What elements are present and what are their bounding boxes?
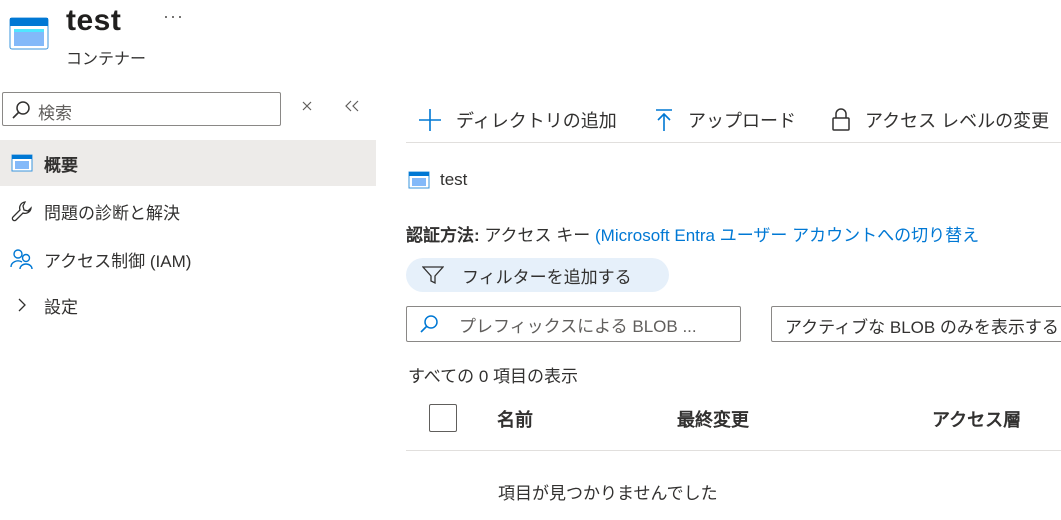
sidebar-item-diagnose[interactable]: 問題の診断と解決 xyxy=(0,188,376,234)
access-level-label: アクセス レベルの変更 xyxy=(865,111,1050,131)
plus-icon xyxy=(419,109,441,131)
search-icon xyxy=(420,315,438,333)
sidebar-item-iam[interactable]: アクセス制御 (IAM) xyxy=(0,236,376,282)
breadcrumb: test xyxy=(408,170,467,190)
switch-to-entra-link[interactable]: (Microsoft Entra ユーザー アカウントへの切り替え xyxy=(595,226,979,245)
chevron-right-icon xyxy=(0,297,44,313)
add-filter-label: フィルターを追加する xyxy=(462,267,632,287)
sidebar-search-placeholder: 検索 xyxy=(38,104,72,123)
sidebar-item-label: 概要 xyxy=(44,155,78,175)
more-options-button[interactable]: ··· xyxy=(163,6,184,27)
sidebar-item-label: 設定 xyxy=(44,297,78,317)
sidebar-item-label: 問題の診断と解決 xyxy=(44,203,180,223)
upload-label: アップロード xyxy=(688,111,796,131)
table-header-divider xyxy=(406,450,1061,451)
lock-icon xyxy=(832,108,850,131)
item-count: すべての 0 項目の表示 xyxy=(408,367,579,386)
column-header-access-tier[interactable]: アクセス層 xyxy=(932,406,1021,432)
toolbar-divider xyxy=(406,142,1061,143)
auth-method-value: アクセス キー xyxy=(484,226,591,245)
overview-icon xyxy=(0,154,44,172)
upload-icon xyxy=(656,109,672,131)
filter-icon xyxy=(422,266,444,285)
search-icon xyxy=(11,100,31,125)
page-title: test xyxy=(66,4,122,37)
sidebar-item-overview[interactable]: 概要 xyxy=(0,140,376,186)
sidebar-item-label: アクセス制御 (IAM) xyxy=(44,251,192,271)
collapse-sidebar-button[interactable] xyxy=(343,99,361,117)
upload-button[interactable]: アップロード xyxy=(654,106,796,134)
clear-search-button[interactable] xyxy=(300,99,314,117)
container-icon xyxy=(408,171,430,189)
sidebar-search-input[interactable]: 検索 xyxy=(2,92,281,126)
page-subtitle: コンテナー xyxy=(66,51,147,68)
container-icon xyxy=(9,16,49,55)
prefix-search-placeholder: プレフィックスによる BLOB ... xyxy=(459,316,697,336)
breadcrumb-label: test xyxy=(440,170,468,189)
column-header-last-modified[interactable]: 最終変更 xyxy=(677,406,749,432)
column-header-name[interactable]: 名前 xyxy=(497,406,533,432)
add-filter-button[interactable]: フィルターを追加する xyxy=(406,258,669,292)
sidebar-item-settings[interactable]: 設定 xyxy=(0,282,376,328)
select-all-checkbox[interactable] xyxy=(429,404,457,432)
wrench-icon xyxy=(0,200,44,222)
empty-state-message: 項目が見つかりませんでした xyxy=(498,484,718,503)
auth-method: 認証方法: アクセス キー (Microsoft Entra ユーザー アカウン… xyxy=(406,221,979,246)
people-icon xyxy=(0,248,44,270)
prefix-search-input[interactable]: プレフィックスによる BLOB ... xyxy=(406,306,741,342)
add-directory-button[interactable]: ディレクトリの追加 xyxy=(418,106,617,134)
auth-method-label: 認証方法: xyxy=(406,226,480,245)
active-blob-dropdown[interactable]: アクティブな BLOB のみを表示する xyxy=(771,306,1061,342)
change-access-level-button[interactable]: アクセス レベルの変更 xyxy=(831,106,1049,134)
add-directory-label: ディレクトリの追加 xyxy=(456,111,617,131)
